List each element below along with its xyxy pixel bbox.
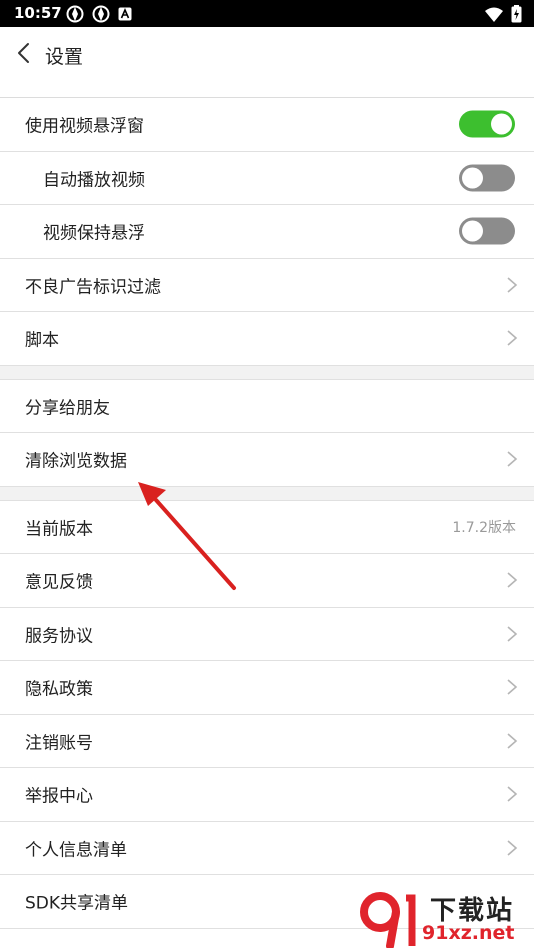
chevron-right-icon — [507, 626, 518, 642]
setting-label: 隐私政策 — [25, 679, 93, 700]
app-notification-icon — [66, 5, 84, 23]
setting-label: 脚本 — [25, 330, 59, 351]
setting-service-agreement[interactable]: 服务协议 — [0, 607, 534, 661]
status-time: 10:57 — [14, 4, 62, 22]
settings-list: 使用视频悬浮窗 自动播放视频 视频保持悬浮 不良广告标识过滤 脚本 分享给朋友 … — [0, 98, 534, 929]
chevron-right-icon — [507, 277, 518, 293]
chevron-right-icon — [507, 840, 518, 856]
setting-label: 使用视频悬浮窗 — [25, 116, 144, 137]
header: 设置 — [0, 27, 534, 98]
toggle-knob — [462, 167, 483, 189]
watermark-url: 91xz.net — [422, 922, 515, 944]
a-icon — [118, 7, 132, 21]
setting-script[interactable]: 脚本 — [0, 312, 534, 366]
setting-ad-filter[interactable]: 不良广告标识过滤 — [0, 258, 534, 312]
watermark-logo: 下载站 91xz.net — [360, 890, 530, 948]
app-notification-icon — [92, 5, 110, 23]
setting-label: 服务协议 — [25, 626, 93, 647]
setting-label: SDK共享清单 — [25, 893, 129, 914]
status-icons-right — [485, 5, 522, 23]
setting-label: 清除浏览数据 — [25, 451, 127, 472]
battery-icon — [511, 5, 522, 23]
setting-label: 分享给朋友 — [25, 398, 110, 419]
setting-autoplay-video: 自动播放视频 — [0, 151, 534, 205]
setting-feedback[interactable]: 意见反馈 — [0, 554, 534, 608]
setting-label: 视频保持悬浮 — [43, 223, 145, 244]
toggle-knob — [491, 113, 512, 135]
setting-version: 当前版本 1.7.2版本 — [0, 500, 534, 554]
version-value: 1.7.2版本 — [452, 519, 516, 536]
setting-floating-video: 使用视频悬浮窗 — [0, 98, 534, 152]
back-button[interactable] — [10, 39, 38, 67]
setting-report-center[interactable]: 举报中心 — [0, 768, 534, 822]
section-divider — [0, 486, 534, 501]
chevron-left-icon — [18, 43, 29, 63]
setting-privacy-policy[interactable]: 隐私政策 — [0, 661, 534, 715]
setting-label: 当前版本 — [25, 519, 93, 540]
toggle-knob — [462, 220, 483, 242]
setting-label: 不良广告标识过滤 — [25, 277, 161, 298]
status-icons-left — [66, 5, 132, 23]
chevron-right-icon — [507, 572, 518, 588]
setting-clear-data[interactable]: 清除浏览数据 — [0, 433, 534, 487]
setting-personal-info-list[interactable]: 个人信息清单 — [0, 821, 534, 875]
floating-video-toggle[interactable] — [459, 110, 515, 138]
setting-keep-floating: 视频保持悬浮 — [0, 205, 534, 259]
setting-cancel-account[interactable]: 注销账号 — [0, 714, 534, 768]
page-title: 设置 — [45, 46, 84, 68]
chevron-right-icon — [507, 733, 518, 749]
chevron-right-icon — [507, 451, 518, 467]
setting-label: 个人信息清单 — [25, 840, 127, 861]
chevron-right-icon — [507, 330, 518, 346]
setting-share[interactable]: 分享给朋友 — [0, 379, 534, 433]
section-divider — [0, 365, 534, 380]
setting-label: 举报中心 — [25, 786, 93, 807]
keep-floating-toggle[interactable] — [459, 217, 515, 245]
setting-label: 自动播放视频 — [43, 170, 145, 191]
setting-label: 注销账号 — [25, 733, 93, 754]
watermark-91-icon — [360, 892, 416, 948]
chevron-right-icon — [507, 786, 518, 802]
setting-label: 意见反馈 — [25, 572, 93, 593]
status-bar: 10:57 — [0, 0, 534, 27]
chevron-right-icon — [507, 679, 518, 695]
autoplay-video-toggle[interactable] — [459, 164, 515, 192]
wifi-icon — [485, 7, 503, 22]
